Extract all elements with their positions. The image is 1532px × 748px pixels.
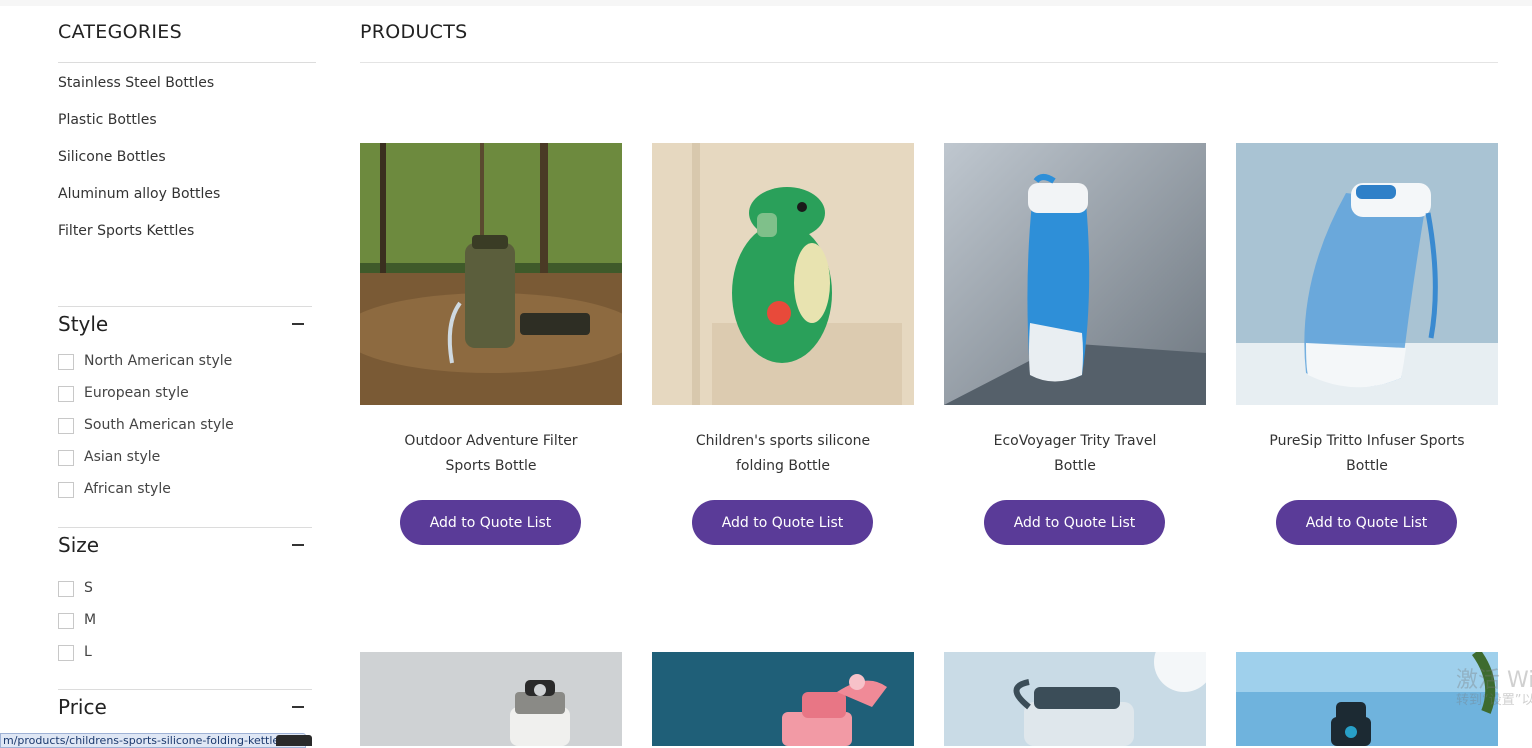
product-image [944,143,1206,405]
category-link-filter-sports[interactable]: Filter Sports Kettles [58,221,220,258]
product-image-link[interactable] [944,652,1206,746]
option-label: M [84,612,97,628]
option-label: Asian style [84,449,161,465]
product-name-line2: folding Bottle [735,458,831,474]
price-filter-title: Price [58,695,107,719]
status-bar-tail [276,735,312,746]
style-option-african[interactable]: African style [58,480,234,512]
size-option-s[interactable]: S [58,579,96,611]
product-image [944,652,1206,746]
checkbox[interactable] [58,418,74,434]
categories-title: CATEGORIES [58,21,182,43]
price-filter-toggle[interactable]: Price [58,695,312,723]
product-name-line1: EcoVoyager Trity Travel [993,433,1157,449]
style-filter-title: Style [58,312,109,336]
category-link-silicone[interactable]: Silicone Bottles [58,147,220,184]
product-image [652,652,914,746]
category-link-aluminum[interactable]: Aluminum alloy Bottles [58,184,220,221]
product-name-line2: Bottle [1346,458,1388,474]
style-option-south-american[interactable]: South American style [58,416,234,448]
categories-divider [58,62,316,63]
minus-icon [292,544,304,546]
product-name[interactable]: EcoVoyager Trity Travel Bottle [944,429,1206,479]
size-divider [58,527,312,528]
product-name-line1: Children's sports silicone [695,433,871,449]
category-link-stainless-steel[interactable]: Stainless Steel Bottles [58,73,220,110]
add-to-quote-button[interactable]: Add to Quote List [400,500,581,545]
product-image-link[interactable] [944,143,1206,405]
minus-icon [292,323,304,325]
style-option-european[interactable]: European style [58,384,234,416]
style-option-north-american[interactable]: North American style [58,352,234,384]
option-label: South American style [84,417,234,433]
checkbox[interactable] [58,581,74,597]
product-image [652,143,914,405]
product-name-line2: Sports Bottle [445,458,537,474]
size-filter-title: Size [58,533,100,557]
product-image-link[interactable] [652,143,914,405]
add-to-quote-button[interactable]: Add to Quote List [692,500,873,545]
add-to-quote-button[interactable]: Add to Quote List [1276,500,1457,545]
minus-icon [292,706,304,708]
option-label: North American style [84,353,233,369]
style-divider [58,306,312,307]
activation-watermark-sub: 转到“设置”以 [1456,693,1532,708]
checkbox[interactable] [58,482,74,498]
checkbox[interactable] [58,450,74,466]
product-name-line2: Bottle [1054,458,1096,474]
size-filter-toggle[interactable]: Size [58,533,312,561]
option-label: African style [84,481,171,497]
product-image-link[interactable] [1236,143,1498,405]
style-option-asian[interactable]: Asian style [58,448,234,480]
product-name-line1: Outdoor Adventure Filter [404,433,578,449]
checkbox[interactable] [58,386,74,402]
product-name[interactable]: Outdoor Adventure Filter Sports Bottle [360,429,622,479]
products-title: PRODUCTS [360,21,468,43]
product-image [1236,143,1498,405]
checkbox[interactable] [58,613,74,629]
product-image [360,652,622,746]
category-link-plastic[interactable]: Plastic Bottles [58,110,220,147]
option-label: S [84,580,93,596]
style-filter-toggle[interactable]: Style [58,312,312,340]
option-label: European style [84,385,189,401]
product-name[interactable]: Children's sports silicone folding Bottle [652,429,914,479]
add-to-quote-button[interactable]: Add to Quote List [984,500,1165,545]
size-option-l[interactable]: L [58,643,96,675]
checkbox[interactable] [58,354,74,370]
product-image [360,143,622,405]
products-divider [360,62,1498,63]
top-strip [0,0,1532,6]
size-option-m[interactable]: M [58,611,96,643]
price-divider [58,689,312,690]
product-image-link[interactable] [360,652,622,746]
product-name-line1: PureSip Tritto Infuser Sports [1269,433,1465,449]
product-name[interactable]: PureSip Tritto Infuser Sports Bottle [1236,429,1498,479]
size-options: S M L [58,579,96,675]
checkbox[interactable] [58,645,74,661]
style-options: North American style European style Sout… [58,352,234,512]
product-image-link[interactable] [652,652,914,746]
category-list: Stainless Steel Bottles Plastic Bottles … [58,73,220,258]
product-image-link[interactable] [360,143,622,405]
option-label: L [84,644,92,660]
